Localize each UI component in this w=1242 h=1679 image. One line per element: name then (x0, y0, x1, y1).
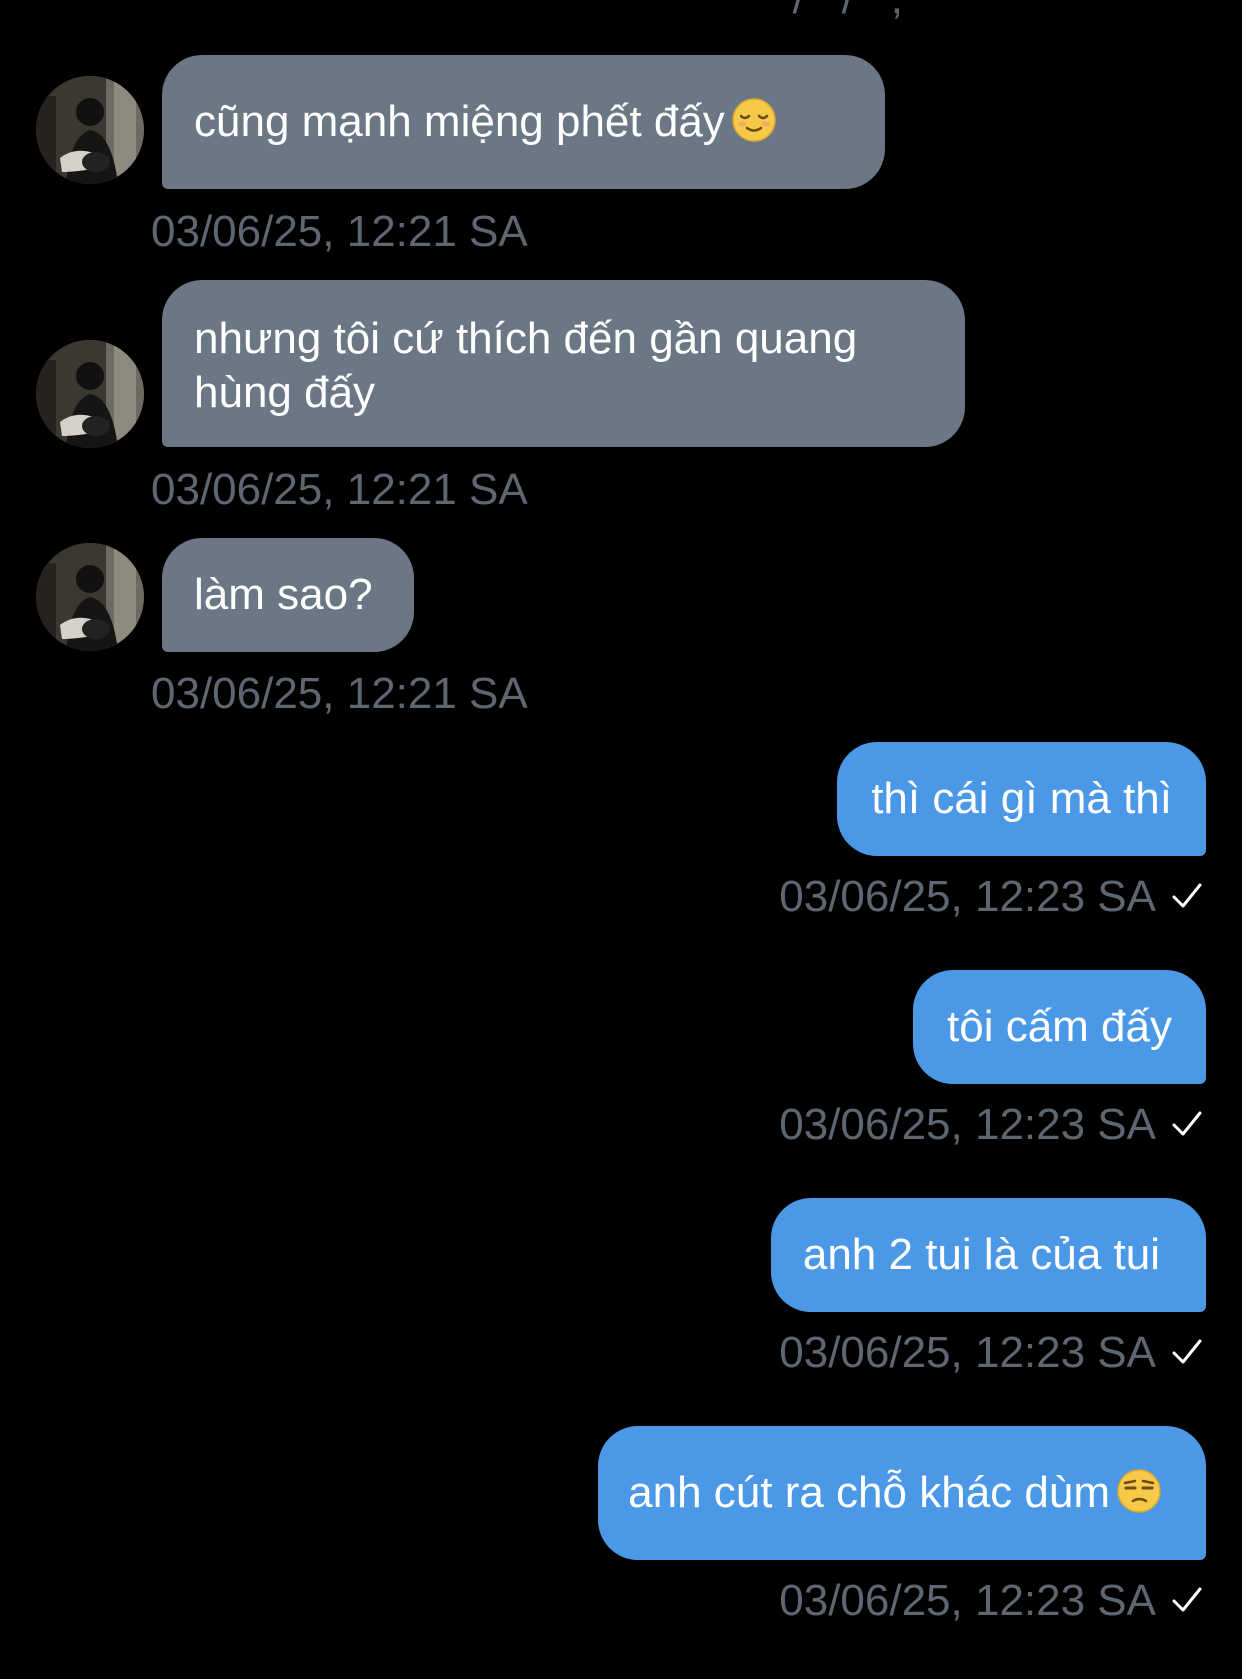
unamused-face-emoji (1116, 1468, 1162, 1514)
relieved-face-emoji (731, 97, 777, 143)
message-text: thì cái gì mà thì (871, 774, 1172, 823)
chat-thread[interactable]: ' / ' / ' , cũng mạnh miệng phết đấy (0, 0, 1242, 1679)
message-text: nhưng tôi cứ thích đến gần quang hùng đấ… (194, 314, 858, 417)
message-bubble-outgoing[interactable]: anh 2 tui là của tui (770, 1198, 1206, 1312)
partial-timestamp: ' / ' / ' , (770, 0, 904, 24)
message-text: tôi cấm đấy (947, 1002, 1172, 1051)
message-timestamp: 03/06/25, 12:21 SA (151, 207, 528, 256)
message-timestamp-row: 03/06/25, 12:23 SA (779, 1328, 1204, 1378)
avatar[interactable] (36, 340, 144, 448)
avatar[interactable] (36, 76, 144, 184)
checkmark-icon (1170, 879, 1204, 913)
message-timestamp: 03/06/25, 12:23 SA (779, 1100, 1156, 1149)
message-text: cũng mạnh miệng phết đấy (194, 97, 725, 146)
message-timestamp-row: 03/06/25, 12:23 SA (779, 1100, 1204, 1150)
message-bubble-outgoing[interactable]: thì cái gì mà thì (837, 742, 1206, 856)
message-bubble-incoming[interactable]: cũng mạnh miệng phết đấy (162, 55, 885, 189)
message-timestamp-row: 03/06/25, 12:23 SA (779, 872, 1204, 922)
message-bubble-outgoing[interactable]: tôi cấm đấy (913, 970, 1206, 1084)
avatar-photo (36, 76, 144, 184)
message-text: anh cút ra chỗ khác dùm (628, 1468, 1110, 1517)
message-timestamp-row: 03/06/25, 12:23 SA (779, 1576, 1204, 1626)
avatar-photo (36, 340, 144, 448)
avatar[interactable] (36, 543, 144, 651)
message-bubble-incoming[interactable]: làm sao? (162, 538, 414, 652)
message-timestamp: 03/06/25, 12:23 SA (779, 872, 1156, 921)
message-timestamp: 03/06/25, 12:21 SA (151, 669, 528, 718)
message-text: làm sao? (194, 570, 373, 619)
message-timestamp: 03/06/25, 12:23 SA (779, 1328, 1156, 1377)
checkmark-icon (1170, 1583, 1204, 1617)
message-timestamp: 03/06/25, 12:23 SA (779, 1576, 1156, 1625)
message-bubble-outgoing[interactable]: anh cút ra chỗ khác dùm (598, 1426, 1206, 1560)
message-bubble-incoming[interactable]: nhưng tôi cứ thích đến gần quang hùng đấ… (162, 280, 965, 447)
avatar-photo (36, 543, 144, 651)
checkmark-icon (1170, 1107, 1204, 1141)
checkmark-icon (1170, 1335, 1204, 1369)
message-text: anh 2 tui là của tui (802, 1230, 1160, 1279)
message-timestamp: 03/06/25, 12:21 SA (151, 465, 528, 514)
